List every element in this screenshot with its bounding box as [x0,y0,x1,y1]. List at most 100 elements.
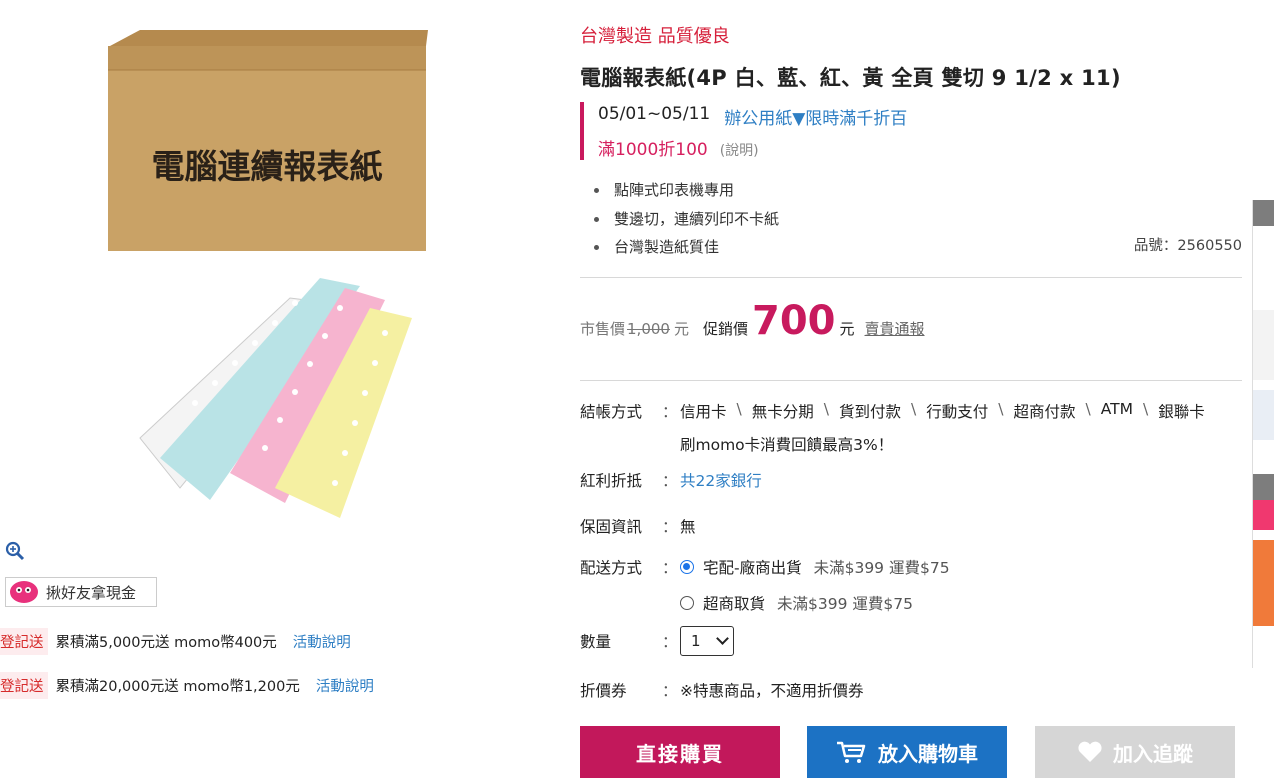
heart-icon [1078,741,1102,762]
separator: \ [736,400,742,418]
cart-icon [837,741,866,763]
divider [580,277,1242,278]
add-to-wishlist-label: 加入追蹤 [1113,741,1193,766]
payment-method[interactable]: 貨到付款 [839,400,901,422]
bonus-label: 紅利折抵 [580,472,643,490]
promo-row: 登記送 累積滿20,000元送 momo幣1,200元 活動說明 [0,672,374,699]
promo-price-label: 促銷價 [702,320,748,338]
quantity-row: 數量 ： 1 [580,626,734,656]
shipping-option-store[interactable]: 超商取貨 未滿$399 運費$75 [680,592,913,614]
add-to-cart-label: 放入購物車 [878,741,978,766]
sidebar-item[interactable] [1253,540,1274,626]
event-offer: 滿1000折100 [598,140,708,160]
payment-methods: 信用卡 \ 無卡分期 \ 貨到付款 \ 行動支付 \ 超商付款 \ ATM \ … [680,400,1205,422]
box-label: 電腦連續報表紙 [152,147,383,186]
product-title: 電腦報表紙(4P 白、藍、紅、黃 全頁 雙切 9 1/2 x 11) [580,66,1121,90]
payment-method[interactable]: 無卡分期 [752,400,814,422]
paper-stack-illustration [139,278,412,518]
box-illustration: 電腦連續報表紙 [108,30,428,251]
event-date: 05/01~05/11 [598,104,711,124]
event-banner: 05/01~05/11 辦公用紙▼限時滿千折百 滿1000折100 (說明) [580,102,907,160]
payment-row: 結帳方式 ： 信用卡 \ 無卡分期 \ 貨到付款 \ 行動支付 \ 超商付款 \… [580,400,1205,422]
payment-method[interactable]: ATM [1101,400,1133,422]
add-to-cart-button[interactable]: 放入購物車 [807,726,1007,778]
shipping-row: 配送方式 ： 宅配-廠商出貨 未滿$399 運費$75 [580,556,950,578]
separator: \ [823,400,829,418]
payment-method[interactable]: 超商付款 [1014,400,1076,422]
payment-method[interactable]: 銀聯卡 [1158,400,1205,422]
shipping-option-name: 超商取貨 [703,595,766,613]
promo-text: 累積滿20,000元送 momo幣1,200元 [55,679,300,695]
price-row: 市售價 1,000 元 促銷價 700 元 賣貴通報 [580,296,925,346]
colon: ： [662,682,678,700]
radio-button[interactable] [680,596,694,610]
sidebar-item[interactable] [1253,500,1274,530]
promo-text: 累積滿5,000元送 momo幣400元 [55,635,277,651]
bonus-row: 紅利折抵 ： 共22家銀行 [580,469,762,491]
promo-tag: 登記送 [0,628,48,655]
coupon-value: ※特惠商品，不適用折價券 [680,682,864,700]
event-link[interactable]: 辦公用紙▼限時滿千折百 [724,104,907,129]
sidebar-item[interactable] [1253,474,1274,500]
separator: \ [1143,400,1149,418]
floating-sidebar[interactable] [1252,200,1274,668]
payment-label: 結帳方式 [580,403,643,421]
market-price-label: 市售價 [580,320,626,338]
event-explain-link[interactable]: (說明) [720,140,759,160]
shipping-row-2: 超商取貨 未滿$399 運費$75 [680,592,913,614]
quantity-label: 數量 [580,633,612,651]
promo-row: 登記送 累積滿5,000元送 momo幣400元 活動說明 [0,628,351,655]
promo-details-link[interactable]: 活動說明 [293,631,351,652]
colon: ： [662,403,678,421]
product-slogan: 台灣製造 品質優良 [580,26,730,47]
divider [580,380,1242,381]
radio-button[interactable] [680,560,694,574]
product-sku: 品號：2560550 [1133,238,1242,254]
product-image: 電腦連續報表紙 [108,30,428,518]
report-price-link[interactable]: 賣貴通報 [865,318,925,339]
payment-method[interactable]: 信用卡 [680,400,727,422]
market-price: 1,000 [627,320,670,338]
market-price-unit: 元 [673,320,689,338]
feature-item: 點陣式印表機專用 [594,176,779,205]
sidebar-item[interactable] [1253,310,1274,380]
warranty-row: 保固資訊 ： 無 [580,515,696,537]
shipping-option-home[interactable]: 宅配-廠商出貨 未滿$399 運費$75 [680,556,950,578]
buy-now-label: 直接購買 [636,741,724,766]
quantity-select[interactable]: 1 [680,626,734,656]
warranty-label: 保固資訊 [580,518,643,536]
shipping-label: 配送方式 [580,559,643,577]
invite-friend-label: 揪好友拿現金 [46,583,137,602]
quantity-value: 1 [691,632,701,650]
warranty-value: 無 [680,518,696,536]
zoom-icon[interactable] [4,540,26,562]
feature-list: 點陣式印表機專用 雙邊切，連續列印不卡紙 台灣製造紙質佳 [594,176,779,262]
colon: ： [662,472,678,490]
promo-tag: 登記送 [0,672,48,699]
feature-item: 台灣製造紙質佳 [594,233,779,262]
shipping-option-name: 宅配-廠商出貨 [703,559,802,577]
shipping-fee: 未滿$399 運費$75 [777,595,913,613]
invite-friend-button[interactable]: 揪好友拿現金 [5,577,157,607]
coupon-label: 折價券 [580,682,627,700]
feature-item: 雙邊切，連續列印不卡紙 [594,205,779,234]
promo-price: 700 [752,298,836,344]
promo-price-unit: 元 [839,320,855,338]
promo-details-link[interactable]: 活動說明 [316,675,374,696]
colon: ： [662,633,678,651]
sidebar-header [1253,200,1274,226]
shipping-fee: 未滿$399 運費$75 [813,559,950,577]
momo-card-note: 刷momo卡消費回饋最高3%！ [680,436,894,454]
coupon-row: 折價券 ： ※特惠商品，不適用折價券 [580,679,864,701]
add-to-wishlist-button[interactable]: 加入追蹤 [1035,726,1235,778]
mascot-icon [10,581,38,603]
separator: \ [998,400,1004,418]
separator: \ [911,400,917,418]
chevron-down-icon [716,632,729,645]
buy-now-button[interactable]: 直接購買 [580,726,780,778]
bank-list-link[interactable]: 共22家銀行 [680,469,762,491]
payment-method[interactable]: 行動支付 [926,400,988,422]
sidebar-item[interactable] [1253,390,1274,440]
separator: \ [1085,400,1091,418]
colon: ： [662,518,678,536]
